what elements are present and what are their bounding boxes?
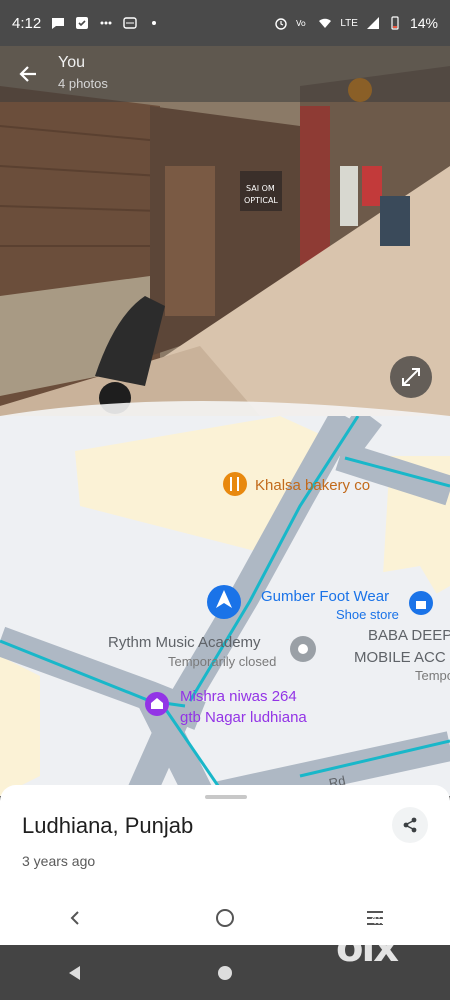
share-icon [403,817,417,833]
status-bar: 4:12 Vo LTE 14% [0,0,450,46]
nav-back-button[interactable] [55,898,95,938]
photo-age: 3 years ago [22,853,96,869]
battery-icon [391,16,399,30]
poi-baba-deep[interactable]: BABA DEEP [368,627,450,644]
poi-rythm-music[interactable]: Rythm Music Academy [108,634,261,651]
restaurant-pin[interactable] [223,472,247,496]
music-academy-pin[interactable] [290,636,316,662]
alarm-icon [275,18,288,30]
poi-khalsa-bakery[interactable]: Khalsa bakery co [255,477,370,494]
home-pin[interactable] [145,692,169,716]
app-icon [123,17,137,29]
svg-text:Vo: Vo [296,19,306,28]
map-view[interactable]: Rd Khalsa bakery co Gumber Foot Wear Sho… [0,416,450,796]
home-dot-icon[interactable] [216,964,234,982]
chevron-left-icon [70,911,79,925]
check-icon [76,17,89,29]
poi-mishra-niwas-line2: gtb Nagar ludhiana [180,709,307,726]
photo-count: 4 photos [58,76,108,91]
poi-mishra-niwas[interactable]: Mishra niwas 264 [180,688,297,705]
status-time: 4:12 [12,14,42,32]
expand-icon [402,368,420,386]
olx-watermark: olx [336,925,399,971]
expand-button[interactable] [390,356,432,398]
dot-icon [152,21,157,25]
battery-percent: 14% [409,15,438,31]
poi-rythm-status: Temporarily closed [168,654,277,669]
poi-baba-deep-line2: MOBILE ACC [354,649,446,666]
svg-text:SAI OM: SAI OM [246,184,275,193]
wifi-icon [319,18,332,28]
nav-home-button[interactable] [205,898,245,938]
poi-gumber-foot-wear[interactable]: Gumber Foot Wear [261,588,389,605]
back-arrow-icon[interactable] [14,60,42,88]
circle-icon [216,909,234,927]
network-type: LTE [340,17,358,29]
volte-icon: Vo [296,19,306,28]
street-photo[interactable]: SAI OM OPTICAL You 4 photos [0,46,450,416]
poi-gumber-category: Shoe store [336,607,399,622]
contributor-name: You [58,54,85,71]
poi-baba-deep-status: Tempo [415,668,450,683]
place-title: Ludhiana, Punjab [22,813,194,838]
svg-text:OPTICAL: OPTICAL [244,196,278,205]
navigation-marker [207,585,241,619]
shoe-store-pin[interactable] [409,591,433,615]
back-triangle-icon[interactable] [66,964,84,982]
dots-icon [100,21,112,25]
signal-icon [366,17,379,29]
message-icon [52,18,65,29]
map-canvas: Rd [0,416,450,796]
drag-handle[interactable] [205,795,247,799]
share-button[interactable] [392,807,428,843]
